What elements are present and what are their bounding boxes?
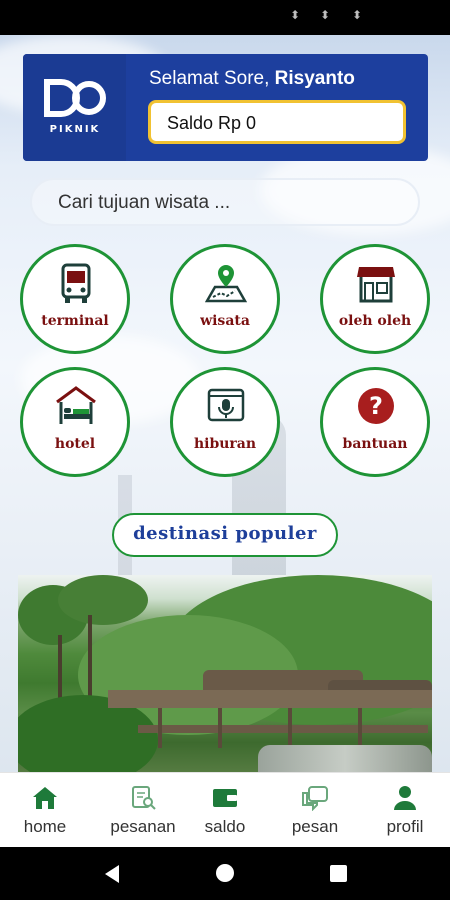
back-icon[interactable] — [105, 865, 119, 883]
home-screen: PIKNIK Selamat Sore, Risyanto Saldo Rp 0… — [0, 35, 450, 772]
category-label: bantuan — [342, 436, 408, 452]
scene-post — [218, 708, 222, 748]
nav-label: saldo — [204, 817, 246, 836]
bed-icon — [56, 386, 96, 424]
order-search-icon — [132, 786, 156, 810]
nav-label: home — [23, 817, 67, 836]
status-bar: ⬍ ⬍ ⬍ — [0, 0, 450, 35]
map-pin-icon — [205, 265, 247, 303]
nav-pesanan[interactable]: pesanan — [98, 773, 188, 848]
user-name: Risyanto — [274, 68, 355, 89]
bus-icon — [61, 263, 91, 303]
scene-tree — [58, 575, 148, 625]
recent-apps-icon[interactable] — [330, 865, 347, 882]
greeting-text: Selamat Sore, Risyanto — [149, 68, 355, 90]
category-hiburan[interactable]: hiburan — [170, 367, 280, 477]
do-logo-icon — [44, 79, 106, 117]
scene-deck — [108, 690, 432, 708]
search-input[interactable]: Cari tujuan wisata ... — [30, 178, 420, 226]
section-title-destinasi: destinasi populer — [112, 513, 338, 557]
shop-icon — [357, 267, 395, 303]
category-bantuan[interactable]: ? bantuan — [320, 367, 430, 477]
category-label: hotel — [54, 436, 96, 452]
category-wisata[interactable]: wisata — [170, 244, 280, 354]
category-label: wisata — [200, 313, 250, 329]
status-icon: ⬍ — [352, 8, 363, 22]
chat-icon — [302, 786, 328, 811]
system-navigation-bar — [0, 847, 450, 900]
greeting-prefix: Selamat Sore, — [149, 68, 275, 89]
status-icon: ⬍ — [290, 8, 301, 22]
status-icon: ⬍ — [320, 8, 331, 22]
nav-profil[interactable]: profil — [360, 773, 450, 848]
scene-bridge — [138, 725, 428, 733]
scene-post — [358, 708, 362, 748]
nav-label: pesan — [291, 817, 339, 836]
scene-rocks — [258, 745, 432, 772]
search-placeholder: Cari tujuan wisata ... — [58, 192, 231, 213]
person-icon — [394, 786, 416, 810]
microphone-icon — [207, 388, 245, 422]
logo-text: PIKNIK — [49, 124, 101, 135]
nav-label: pesanan — [110, 817, 176, 836]
category-terminal[interactable]: terminal — [20, 244, 130, 354]
category-label: hiburan — [193, 436, 257, 452]
nav-pesan[interactable]: pesan — [270, 773, 360, 848]
nav-saldo[interactable]: saldo — [180, 773, 270, 848]
wallet-icon — [213, 789, 237, 807]
saldo-button[interactable]: Saldo Rp 0 — [148, 100, 406, 144]
question-icon: ? — [358, 388, 394, 424]
category-label: terminal — [41, 313, 109, 329]
home-circle-icon[interactable] — [216, 864, 234, 882]
saldo-text: Saldo Rp 0 — [167, 113, 257, 133]
app-logo[interactable]: PIKNIK — [23, 54, 126, 161]
section-title-text: destinasi populer — [133, 523, 317, 544]
bottom-navigation: home pesanan saldo pesan profil — [0, 772, 450, 848]
nav-label: profil — [386, 817, 424, 836]
nav-home[interactable]: home — [0, 773, 90, 848]
destination-card-image[interactable] — [18, 575, 432, 772]
category-oleh-oleh[interactable]: oleh oleh — [320, 244, 430, 354]
scene-post — [288, 708, 292, 748]
category-hotel[interactable]: hotel — [20, 367, 130, 477]
scene-post — [158, 708, 162, 748]
user-header-card: PIKNIK Selamat Sore, Risyanto Saldo Rp 0 — [23, 54, 428, 161]
category-label: oleh oleh — [338, 313, 412, 329]
svg-text:?: ? — [369, 392, 383, 420]
home-icon — [33, 787, 57, 809]
